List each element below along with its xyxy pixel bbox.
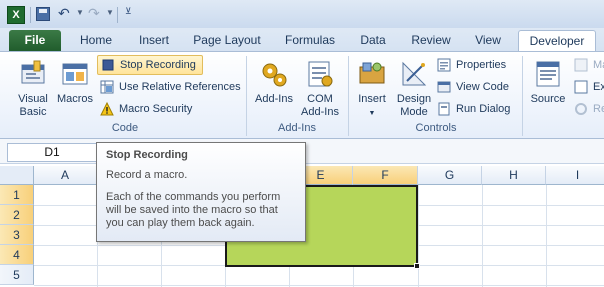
grid-line: [34, 285, 604, 286]
column-header-h[interactable]: H: [482, 166, 546, 185]
run-dialog-label: Run Dialog: [456, 103, 511, 115]
column-header-i[interactable]: I: [546, 166, 604, 185]
properties-icon: [437, 58, 451, 72]
visual-basic-label: Visual Basic: [18, 93, 48, 118]
tab-review[interactable]: Review: [404, 30, 458, 52]
column-header-f[interactable]: F: [353, 166, 418, 185]
com-add-ins-icon: [305, 59, 335, 89]
run-dialog-button[interactable]: Run Dialog: [437, 99, 510, 119]
macros-icon: [60, 59, 90, 89]
com-add-ins-label: COM Add-Ins: [301, 93, 339, 118]
warning-icon: [100, 101, 114, 116]
group-separator: [348, 56, 349, 136]
tooltip-summary: Record a macro.: [106, 169, 188, 181]
stop-square-icon: [101, 58, 115, 72]
save-icon[interactable]: [36, 7, 50, 21]
run-dialog-icon: [437, 102, 451, 116]
tab-insert[interactable]: Insert: [128, 30, 180, 52]
tooltip-description: Each of the commands you perform will be…: [106, 191, 281, 229]
refresh-icon: [574, 102, 588, 116]
row-header-4[interactable]: 4: [0, 245, 34, 265]
tab-home[interactable]: Home: [72, 30, 120, 52]
grid-line: [546, 185, 547, 287]
source-icon: [533, 59, 563, 89]
toolbox-icon: [357, 59, 387, 89]
map-properties-icon: [574, 58, 588, 72]
insert-control-label: Insert: [358, 93, 386, 105]
customize-qat-icon[interactable]: ⊻: [125, 6, 132, 17]
column-header-g[interactable]: G: [418, 166, 482, 185]
redo-icon[interactable]: ↷: [88, 5, 100, 22]
design-mode-button[interactable]: Design Mode: [394, 59, 434, 119]
expansion-packs-label: Ex: [593, 81, 604, 93]
macro-security-button[interactable]: Macro Security: [100, 99, 192, 119]
refresh-data-label: Re: [593, 103, 604, 115]
qat-separator: [117, 7, 118, 23]
redo-dropdown-icon[interactable]: ▼: [106, 8, 114, 17]
view-code-button[interactable]: View Code: [437, 77, 509, 97]
stop-recording-tooltip: Stop Recording Record a macro. Each of t…: [96, 142, 306, 242]
group-separator: [246, 56, 247, 136]
properties-button[interactable]: Properties: [437, 55, 506, 75]
row-header-1[interactable]: 1: [0, 185, 34, 205]
view-code-label: View Code: [456, 81, 509, 93]
row-header-2[interactable]: 2: [0, 205, 34, 225]
tab-view[interactable]: View: [466, 30, 510, 52]
add-ins-button[interactable]: Add-Ins: [250, 59, 298, 106]
properties-label: Properties: [456, 59, 507, 71]
undo-icon[interactable]: ↶: [58, 5, 70, 22]
gear-icon: [259, 59, 289, 89]
qat-separator: [30, 7, 31, 23]
view-code-icon: [437, 80, 451, 94]
stop-recording-label: Stop Recording: [120, 59, 196, 71]
macros-label: Macros: [56, 93, 94, 105]
tab-page-layout[interactable]: Page Layout: [188, 30, 266, 52]
source-label: Source: [530, 93, 566, 105]
chevron-down-icon: ▼: [368, 110, 376, 117]
tab-formulas[interactable]: Formulas: [278, 30, 342, 52]
map-properties-label: Ma: [593, 59, 604, 71]
select-all-corner[interactable]: [0, 166, 34, 185]
add-ins-label: Add-Ins: [255, 93, 293, 105]
row-header-5[interactable]: 5: [0, 265, 34, 285]
design-mode-label: Design Mode: [396, 93, 432, 118]
com-add-ins-button[interactable]: COM Add-Ins: [298, 59, 342, 119]
excel-icon[interactable]: X: [7, 6, 25, 24]
insert-control-button[interactable]: Insert ▼: [352, 59, 392, 120]
visual-basic-button[interactable]: Visual Basic: [11, 59, 55, 119]
design-mode-icon: [399, 59, 429, 89]
grid-line: [482, 185, 483, 287]
use-relative-references-button[interactable]: Use Relative References: [100, 77, 241, 97]
macro-security-label: Macro Security: [119, 103, 193, 115]
undo-dropdown-icon[interactable]: ▼: [76, 8, 84, 17]
relative-references-icon: [100, 80, 114, 94]
fill-handle[interactable]: [414, 263, 420, 269]
visual-basic-icon: [18, 59, 48, 89]
expansion-packs-button[interactable]: Ex: [574, 77, 604, 97]
group-label-add-ins: Add-Ins: [278, 122, 316, 134]
row-header-3[interactable]: 3: [0, 225, 34, 245]
macros-button[interactable]: Macros: [55, 59, 95, 106]
tab-data[interactable]: Data: [352, 30, 394, 52]
column-header-a[interactable]: A: [34, 166, 97, 185]
group-separator: [522, 56, 523, 136]
name-box[interactable]: D1: [7, 143, 97, 162]
source-button[interactable]: Source: [526, 59, 570, 106]
expansion-packs-icon: [574, 80, 588, 94]
grid-line: [418, 185, 419, 287]
tab-file[interactable]: File: [9, 30, 61, 52]
refresh-data-button[interactable]: Re: [574, 99, 604, 119]
map-properties-button[interactable]: Ma: [574, 55, 604, 75]
stop-recording-button[interactable]: Stop Recording: [97, 55, 203, 75]
group-label-code: Code: [111, 122, 139, 134]
group-label-controls: Controls: [415, 122, 457, 134]
relative-references-label: Use Relative References: [119, 81, 241, 93]
tab-developer[interactable]: Developer: [518, 30, 596, 53]
tooltip-title: Stop Recording: [106, 149, 188, 161]
